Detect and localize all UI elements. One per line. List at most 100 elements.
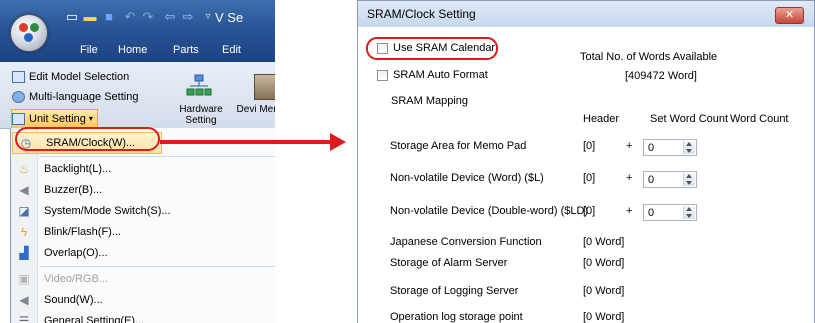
logging-server-storage-label: Storage of Logging Server — [390, 285, 519, 297]
ribbon: Edit Model Selection Multi-language Sett… — [0, 62, 275, 129]
sram-clock-callout-highlight — [15, 127, 160, 151]
menu-item-buzzer[interactable]: ◀ Buzzer(B)... — [11, 179, 275, 201]
chevron-down-icon: ▾ — [88, 114, 93, 123]
tab-parts[interactable]: Parts — [173, 44, 199, 56]
orb-logo-icon — [24, 33, 33, 42]
japanese-conversion-label: Japanese Conversion Function — [390, 236, 542, 248]
stepper-buttons[interactable] — [683, 173, 695, 186]
menu-item-label: Buzzer(B)... — [44, 184, 103, 196]
title-bar: ▭ ▬ ■ ↶ ↷ ⇦ ⇨ ▿ V Se File Home Parts Edi… — [0, 0, 275, 62]
sound-icon: ◀ — [19, 293, 29, 307]
operation-log-storage-value: [0 Word] — [583, 311, 625, 323]
menu-item-overlap[interactable]: ▟ Overlap(O)... — [11, 242, 275, 264]
new-icon[interactable]: ▭ — [64, 10, 80, 24]
stepper-buttons[interactable] — [683, 141, 695, 154]
plus-sign: + — [626, 140, 633, 152]
globe-icon — [12, 91, 25, 103]
column-header-word-count: Word Count — [730, 113, 789, 125]
unit-setting-label: Unit Setting — [29, 113, 86, 125]
stepper-value[interactable]: 0 — [648, 174, 654, 186]
checkbox-box[interactable] — [377, 69, 388, 81]
menu-separator — [39, 156, 275, 157]
nonvolatile-word-count-stepper[interactable]: 0 — [643, 171, 697, 188]
menu-item-label: Blink/Flash(F)... — [44, 226, 122, 238]
stepper-value[interactable]: 0 — [648, 207, 654, 219]
open-folder-icon[interactable]: ▬ — [82, 10, 98, 24]
redo-icon[interactable]: ↷ — [140, 10, 156, 24]
stepper-up-icon[interactable] — [686, 142, 692, 146]
orb-logo-icon — [19, 23, 28, 32]
flash-icon: ϟ — [20, 225, 28, 239]
device-memory-icon[interactable] — [254, 74, 275, 100]
dialog-title-bar: SRAM/Clock Setting ✕ — [358, 1, 814, 28]
window-title: V Se — [215, 10, 244, 25]
application-window: ▭ ▬ ■ ↶ ↷ ⇦ ⇨ ▿ V Se File Home Parts Edi… — [0, 0, 275, 323]
memo-pad-word-count-stepper[interactable]: 0 — [643, 139, 697, 156]
stepper-down-icon[interactable] — [686, 214, 692, 218]
total-words-label: Total No. of Words Available — [580, 51, 718, 63]
stepper-buttons[interactable] — [683, 206, 695, 219]
multi-language-setting-label: Multi-language Setting — [29, 91, 139, 103]
total-words-value: [409472 Word] — [625, 70, 697, 82]
unit-setting-button[interactable]: Unit Setting ▾ — [11, 109, 98, 129]
multi-language-setting-button[interactable]: Multi-language Setting — [12, 88, 138, 106]
dialog-title: SRAM/Clock Setting — [367, 7, 476, 21]
stepper-value[interactable]: 0 — [648, 142, 654, 154]
menu-item-label: System/Mode Switch(S)... — [44, 205, 171, 217]
column-header-header: Header — [583, 113, 620, 125]
tab-home[interactable]: Home — [118, 44, 147, 56]
memo-pad-storage-label: Storage Area for Memo Pad — [390, 140, 527, 152]
customize-icon[interactable]: ▿ — [200, 10, 216, 24]
column-header-set-word-count: Set Word Count — [650, 113, 729, 125]
unit-icon — [12, 113, 25, 125]
logging-server-storage-value: [0 Word] — [583, 285, 625, 297]
stepper-up-icon[interactable] — [686, 207, 692, 211]
menu-item-backlight[interactable]: ♨ Backlight(L)... — [11, 158, 275, 180]
application-orb-button[interactable] — [10, 14, 48, 52]
nonvolatile-double-word-count-stepper[interactable]: 0 — [643, 204, 697, 221]
stepper-down-icon[interactable] — [686, 181, 692, 185]
use-sram-calendar-callout-highlight — [366, 37, 498, 60]
sram-auto-format-checkbox[interactable]: SRAM Auto Format — [377, 69, 488, 81]
menu-item-blink-flash[interactable]: ϟ Blink/Flash(F)... — [11, 221, 275, 243]
unit-setting-dropdown-menu: ◷ SRAM/Clock(W)... ♨ Backlight(L)... ◀ B… — [10, 128, 275, 323]
forward-arrow-icon[interactable]: ⇨ — [180, 10, 196, 24]
mode-switch-icon: ◪ — [18, 204, 30, 218]
nonvolatile-word-header-value: [0] — [583, 172, 596, 184]
stepper-up-icon[interactable] — [686, 174, 692, 178]
menu-item-sound[interactable]: ◀ Sound(W)... — [11, 289, 275, 311]
hardware-network-icon[interactable] — [186, 74, 212, 98]
speaker-icon: ◀ — [19, 183, 29, 197]
tab-file[interactable]: File — [80, 44, 98, 56]
menu-item-label: Sound(W)... — [44, 294, 103, 306]
overlap-icon: ▟ — [19, 246, 29, 260]
lightbulb-icon: ♨ — [18, 162, 30, 176]
edit-model-selection-label: Edit Model Selection — [29, 71, 130, 83]
menu-item-label: Backlight(L)... — [44, 163, 112, 175]
menu-item-system-mode-switch[interactable]: ◪ System/Mode Switch(S)... — [11, 200, 275, 222]
menu-item-general-setting[interactable]: ☰ General Setting(E)... — [11, 310, 275, 323]
model-icon — [12, 71, 25, 83]
nonvolatile-double-word-header-value: [0] — [583, 205, 596, 217]
undo-icon[interactable]: ↶ — [122, 10, 138, 24]
hardware-setting-label[interactable]: Hardware Setting — [170, 104, 232, 126]
device-memory-label[interactable]: Devi Memory — [236, 104, 275, 115]
menu-item-label: Overlap(O)... — [44, 247, 108, 259]
sram-auto-format-label: SRAM Auto Format — [393, 69, 488, 81]
operation-log-storage-label: Operation log storage point — [390, 311, 523, 323]
plus-sign: + — [626, 205, 633, 217]
close-button[interactable]: ✕ — [775, 7, 804, 24]
menu-item-video-rgb: ▣ Video/RGB... — [11, 268, 275, 290]
dialog-body: Use SRAM Calendar SRAM Auto Format Total… — [358, 27, 814, 323]
edit-model-selection-button[interactable]: Edit Model Selection — [12, 68, 129, 86]
callout-arrow-shaft — [160, 140, 332, 144]
save-icon[interactable]: ■ — [101, 10, 117, 24]
stepper-down-icon[interactable] — [686, 149, 692, 153]
back-arrow-icon[interactable]: ⇦ — [162, 10, 178, 24]
plus-sign: + — [626, 172, 633, 184]
nonvolatile-word-label: Non-volatile Device (Word) ($L) — [390, 172, 544, 184]
memo-pad-header-value: [0] — [583, 140, 596, 152]
nonvolatile-double-word-label: Non-volatile Device (Double-word) ($LD) — [390, 205, 589, 217]
tab-edit[interactable]: Edit — [222, 44, 241, 56]
callout-arrow-head — [330, 133, 346, 151]
